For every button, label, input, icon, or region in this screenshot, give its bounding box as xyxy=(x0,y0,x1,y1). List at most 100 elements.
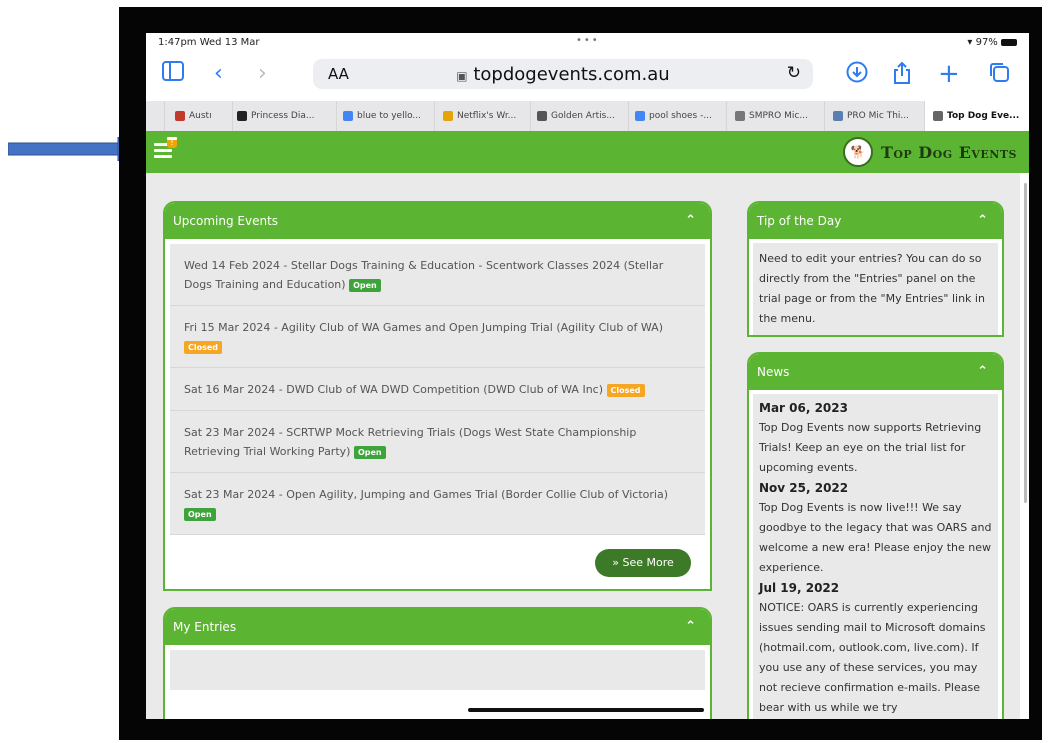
double-chevron-right-icon: » xyxy=(612,556,619,569)
news-date: Nov 25, 2022 xyxy=(759,481,849,495)
event-text[interactable]: Sat 16 Mar 2024 - DWD Club of WA DWD Com… xyxy=(184,383,603,396)
notification-badge-text: ! xyxy=(167,137,177,147)
upcoming-events-panel: Upcoming Events ⌃ Wed 14 Feb 2024 - Stel… xyxy=(163,201,712,591)
battery-status: ▾ 97% xyxy=(967,37,1017,48)
upcoming-events-list: Wed 14 Feb 2024 - Stellar Dogs Training … xyxy=(170,244,705,535)
see-more-button[interactable]: » See More xyxy=(595,549,691,577)
tab-3[interactable]: blue to yello... xyxy=(336,101,439,131)
status-badge: Closed xyxy=(606,383,645,397)
status-badge: Closed xyxy=(184,340,223,354)
home-indicator[interactable] xyxy=(468,708,704,712)
page-content: Upcoming Events ⌃ Wed 14 Feb 2024 - Stel… xyxy=(146,173,1020,719)
tab-favicon-icon xyxy=(933,110,943,121)
multitask-dots[interactable]: ••• xyxy=(576,35,600,46)
tabs-overview-icon[interactable] xyxy=(988,61,1010,90)
tab-favicon-icon xyxy=(175,110,185,121)
tab-favicon-icon xyxy=(237,110,247,121)
share-icon[interactable] xyxy=(892,61,912,92)
tab-label: Golden Artis... xyxy=(551,111,615,121)
status-time: 1:47pm Wed 13 Mar xyxy=(158,37,260,48)
tab-label: Princess Dia... xyxy=(251,111,315,121)
tab-4[interactable]: Netflix's Wr... xyxy=(434,101,537,131)
tab-label: Top Dog Eve... xyxy=(947,111,1020,121)
tab-8[interactable]: PRO Mic Thi... xyxy=(824,101,929,131)
list-item[interactable]: Wed 14 Feb 2024 - Stellar Dogs Training … xyxy=(170,244,705,306)
wifi-icon: ▾ xyxy=(967,37,973,48)
dog-logo-icon: 🐕 xyxy=(842,137,873,167)
ipad-screen: 1:47pm Wed 13 Mar ••• ▾ 97% ‹ › AA ▣ top… xyxy=(146,33,1029,719)
url-text[interactable]: ▣ topdogevents.com.au xyxy=(313,64,813,85)
see-more-label: See More xyxy=(622,556,674,569)
status-badge: Open xyxy=(184,507,216,521)
news-header[interactable]: News ⌃ xyxy=(749,354,1002,390)
news-date: Jul 19, 2022 xyxy=(759,581,840,595)
tab-label: pool shoes -... xyxy=(649,111,712,121)
tab-favicon-icon xyxy=(735,110,745,121)
upcoming-events-header[interactable]: Upcoming Events ⌃ xyxy=(165,203,710,239)
page-scrollbar[interactable] xyxy=(1024,183,1027,503)
reload-icon[interactable]: ↻ xyxy=(787,63,801,83)
tab-label: blue to yello... xyxy=(357,111,422,121)
url-value: topdogevents.com.au xyxy=(473,64,670,85)
status-badge: Open xyxy=(353,445,386,459)
battery-percent: 97% xyxy=(975,37,998,48)
status-bar: 1:47pm Wed 13 Mar ••• ▾ 97% xyxy=(146,33,1029,53)
tab-favicon-icon xyxy=(537,110,547,121)
tab-5[interactable]: Golden Artis... xyxy=(530,101,633,131)
tab-favicon-icon xyxy=(635,110,645,121)
lock-icon: ▣ xyxy=(456,69,468,83)
collapse-chevron-icon[interactable]: ⌃ xyxy=(685,609,696,645)
news-text: Top Dog Events is now live!!! We say goo… xyxy=(759,501,992,574)
my-entries-header[interactable]: My Entries ⌃ xyxy=(165,609,710,645)
tip-of-day-header[interactable]: Tip of the Day ⌃ xyxy=(749,203,1002,239)
collapse-chevron-icon[interactable]: ⌃ xyxy=(685,203,696,239)
sidebar-icon[interactable] xyxy=(162,61,184,88)
new-tab-icon[interactable]: + xyxy=(938,61,960,87)
battery-icon xyxy=(1001,38,1017,46)
news-list: Mar 06, 2023 Top Dog Events now supports… xyxy=(753,394,998,719)
tab-9-active[interactable]: Top Dog Eve... xyxy=(924,101,1029,131)
tab-favicon-icon xyxy=(443,110,453,121)
tab-7[interactable]: SMPRO Mic... xyxy=(726,101,829,131)
event-text[interactable]: Sat 23 Mar 2024 - SCRTWP Mock Retrieving… xyxy=(184,426,636,458)
tab-label: PRO Mic Thi... xyxy=(847,111,909,121)
news-title: News xyxy=(757,365,790,379)
tab-label: Netflix's Wr... xyxy=(457,111,517,121)
event-text[interactable]: Wed 14 Feb 2024 - Stellar Dogs Training … xyxy=(184,259,663,291)
news-panel: News ⌃ Mar 06, 2023 Top Dog Events now s… xyxy=(747,352,1004,719)
site-header: ! 🐕 Top Dog Events xyxy=(146,131,1029,173)
address-bar[interactable]: AA ▣ topdogevents.com.au ↻ xyxy=(313,59,813,89)
list-item[interactable]: Fri 15 Mar 2024 - Agility Club of WA Gam… xyxy=(170,306,705,368)
collapse-chevron-icon[interactable]: ⌃ xyxy=(977,203,988,239)
event-text[interactable]: Fri 15 Mar 2024 - Agility Club of WA Gam… xyxy=(184,321,663,334)
tab-2[interactable]: Princess Dia... xyxy=(232,101,333,131)
tab-favicon-icon xyxy=(833,110,843,121)
forward-icon[interactable]: › xyxy=(258,61,267,87)
my-entries-title: My Entries xyxy=(173,620,237,634)
download-icon[interactable] xyxy=(846,61,868,90)
my-entries-body xyxy=(170,650,705,690)
hamburger-menu-icon[interactable]: ! xyxy=(154,137,177,159)
tab-bar: Austı Princess Dia... blue to yello... N… xyxy=(146,101,1029,132)
my-entries-panel: My Entries ⌃ xyxy=(163,607,712,719)
news-text: Top Dog Events now supports Retrieving T… xyxy=(759,421,982,474)
tip-of-day-panel: Tip of the Day ⌃ Need to edit your entri… xyxy=(747,201,1004,337)
tab-6[interactable]: pool shoes -... xyxy=(628,101,731,131)
tip-text: Need to edit your entries? You can do so… xyxy=(753,243,998,335)
tab-favicon-icon xyxy=(343,110,353,121)
upcoming-events-title: Upcoming Events xyxy=(173,214,279,228)
news-date: Mar 06, 2023 xyxy=(759,401,848,415)
list-item[interactable]: Sat 23 Mar 2024 - Open Agility, Jumping … xyxy=(170,473,705,535)
list-item[interactable]: Sat 23 Mar 2024 - SCRTWP Mock Retrieving… xyxy=(170,411,705,473)
tab-1[interactable]: Austı xyxy=(164,101,215,131)
status-badge: Open xyxy=(349,278,381,292)
tab-label: SMPRO Mic... xyxy=(749,111,808,121)
site-logo[interactable]: 🐕 Top Dog Events xyxy=(842,137,1017,167)
site-logo-text: Top Dog Events xyxy=(880,142,1017,162)
back-icon[interactable]: ‹ xyxy=(214,61,223,87)
collapse-chevron-icon[interactable]: ⌃ xyxy=(977,354,988,390)
tip-of-day-title: Tip of the Day xyxy=(757,214,842,228)
list-item[interactable]: Sat 16 Mar 2024 - DWD Club of WA DWD Com… xyxy=(170,368,705,411)
event-text[interactable]: Sat 23 Mar 2024 - Open Agility, Jumping … xyxy=(184,488,668,501)
browser-toolbar: ‹ › AA ▣ topdogevents.com.au ↻ + xyxy=(146,53,1029,101)
